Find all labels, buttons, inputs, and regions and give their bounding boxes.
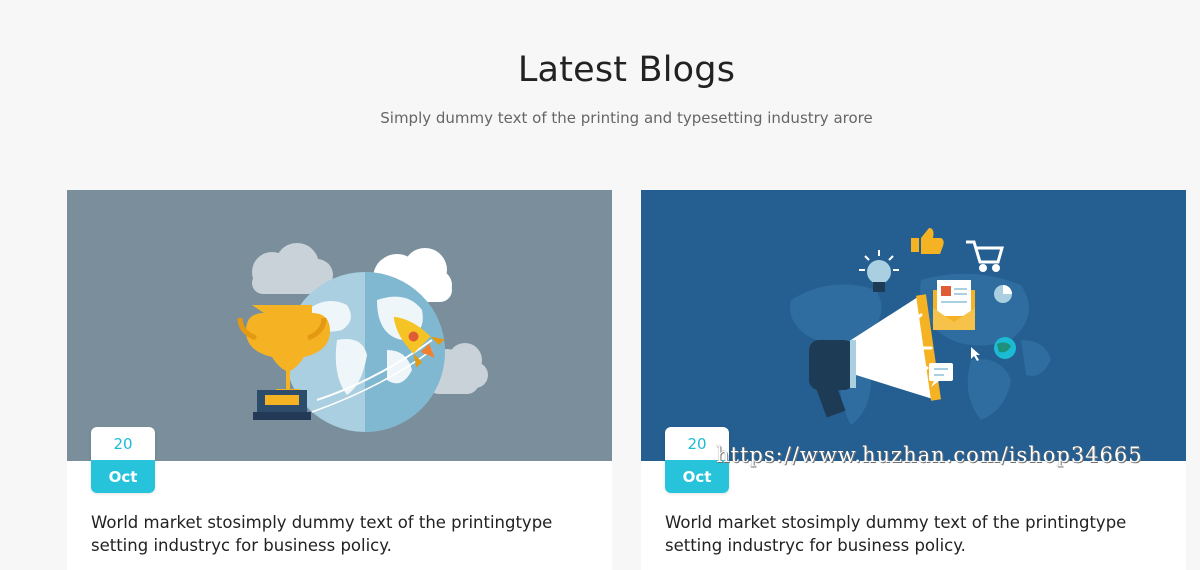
blog-title-link[interactable]: World market stosimply dummy text of the…	[665, 511, 1165, 557]
date-badge: 20 Oct	[91, 427, 155, 493]
blog-image[interactable]	[67, 190, 612, 461]
section-subtitle: Simply dummy text of the printing and ty…	[380, 109, 873, 127]
section-title: Latest Blogs	[517, 50, 736, 90]
watermark-text: https://www.huzhan.com/ishop34665	[716, 443, 1143, 467]
trophy-globe-rocket-icon	[237, 243, 488, 432]
date-month: Oct	[91, 460, 155, 493]
blog-card[interactable]: 20 Oct World market stosimply dummy text…	[67, 190, 612, 570]
blog-card[interactable]: 20 Oct World market stosimply dummy text…	[641, 190, 1186, 570]
blog-title-link[interactable]: World market stosimply dummy text of the…	[91, 511, 591, 557]
blog-image[interactable]	[641, 190, 1186, 461]
megaphone-marketing-icon	[790, 228, 1051, 425]
date-day: 20	[91, 427, 155, 460]
